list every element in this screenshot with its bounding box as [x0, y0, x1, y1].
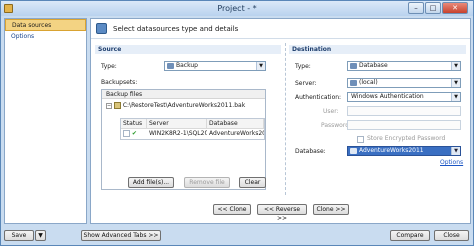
panel-header-text: Select datasources type and details — [113, 25, 239, 33]
sidebar-item-data-sources[interactable]: Data sources — [5, 19, 86, 31]
status-check-icon: ✔ — [131, 130, 137, 137]
clone-left-button[interactable]: << Clone — [213, 204, 251, 215]
backup-file-path: C:\RestoreTest\AdventureWorks2011.bak — [122, 102, 246, 109]
server-label: Server: — [295, 80, 317, 87]
minimize-button[interactable]: – — [408, 2, 424, 14]
destination-group-title: Destination — [289, 45, 466, 54]
main-window: Project - * – □ ✕ Data sources Options S… — [0, 0, 474, 246]
backup-file-node[interactable]: − C:\RestoreTest\AdventureWorks2011.bak — [106, 101, 265, 110]
compare-button[interactable]: Compare — [390, 230, 430, 241]
database-value: AdventureWorks2011 — [359, 147, 424, 154]
reverse-button[interactable]: << Reverse >> — [257, 204, 307, 222]
status-bar: Save ▼ Show Advanced Tabs >> Compare Clo… — [4, 227, 471, 244]
close-button[interactable]: Close — [434, 230, 469, 241]
panel-header: Select datasources type and details — [91, 19, 470, 39]
chevron-down-icon[interactable]: ▼ — [256, 62, 265, 70]
destination-type-select[interactable]: Database ▼ — [347, 61, 461, 71]
group-divider — [285, 43, 286, 195]
title-bar: Project - * – □ ✕ — [1, 1, 473, 16]
store-password-checkbox[interactable] — [357, 136, 364, 143]
server-icon — [350, 80, 357, 86]
clear-button[interactable]: Clear — [239, 177, 266, 188]
backup-icon — [167, 63, 174, 69]
server-column-header: Server — [147, 119, 207, 129]
sidebar-item-options[interactable]: Options — [5, 31, 86, 43]
source-type-value: Backup — [176, 62, 198, 69]
sidebar: Data sources Options — [4, 18, 87, 224]
row-database: AdventureWorks2011 — [209, 130, 264, 137]
close-window-button[interactable]: ✕ — [442, 2, 468, 14]
server-value: (local) — [359, 79, 378, 86]
maximize-button[interactable]: □ — [425, 2, 441, 14]
database-wizard-icon — [96, 23, 107, 34]
table-row[interactable]: ✔ — [121, 129, 147, 139]
save-dropdown-button[interactable]: ▼ — [35, 230, 46, 241]
show-advanced-tabs-button[interactable]: Show Advanced Tabs >> — [81, 230, 161, 241]
authentication-value: Windows Authentication — [351, 93, 424, 100]
backupsets-tree[interactable]: Backup files − C:\RestoreTest\AdventureW… — [101, 89, 266, 190]
file-icon — [113, 102, 121, 109]
database-select[interactable]: AdventureWorks2011 ▼ — [347, 146, 461, 156]
user-field[interactable] — [347, 106, 461, 116]
remove-file-button[interactable]: Remove file — [184, 177, 230, 188]
destination-type-label: Type: — [295, 63, 311, 70]
backupsets-grid: Status Server Database ✔ WIN2K8R2-1\SQL2… — [120, 118, 265, 140]
server-select[interactable]: (local) ▼ — [347, 78, 461, 88]
collapse-icon[interactable]: − — [106, 102, 112, 109]
chevron-down-icon[interactable]: ▼ — [451, 62, 460, 70]
database-column-header: Database — [207, 119, 264, 129]
row-checkbox[interactable] — [123, 130, 130, 137]
authentication-label: Authentication: — [295, 94, 342, 101]
authentication-select[interactable]: Windows Authentication ▼ — [347, 92, 461, 102]
store-password-label: Store Encrypted Password — [367, 135, 446, 142]
source-type-select[interactable]: Backup ▼ — [164, 61, 266, 71]
window-title: Project - * — [217, 4, 257, 13]
save-button[interactable]: Save — [4, 230, 34, 241]
clone-right-button[interactable]: Clone >> — [313, 204, 349, 215]
chevron-down-icon[interactable]: ▼ — [451, 147, 460, 155]
chevron-down-icon[interactable]: ▼ — [451, 93, 460, 101]
chevron-down-icon[interactable]: ▼ — [451, 79, 460, 87]
status-column-header: Status — [121, 119, 147, 129]
database-icon — [350, 63, 357, 69]
destination-type-value: Database — [359, 62, 388, 69]
source-type-label: Type: — [101, 63, 117, 70]
backup-files-header: Backup files — [102, 90, 265, 99]
user-label: User: — [323, 108, 339, 115]
password-field[interactable] — [347, 120, 461, 130]
main-panel: Select datasources type and details Sour… — [90, 18, 471, 224]
chevron-down-icon: ▼ — [38, 232, 43, 239]
database-label: Database: — [295, 148, 326, 155]
options-link[interactable]: Options — [440, 159, 463, 166]
database-icon — [350, 148, 357, 154]
backupsets-label: Backupsets: — [101, 79, 138, 86]
row-server: WIN2K8R2-1\SQL2011 — [149, 130, 207, 137]
add-files-button[interactable]: Add file(s)... — [128, 177, 174, 188]
source-group-title: Source — [95, 45, 281, 54]
